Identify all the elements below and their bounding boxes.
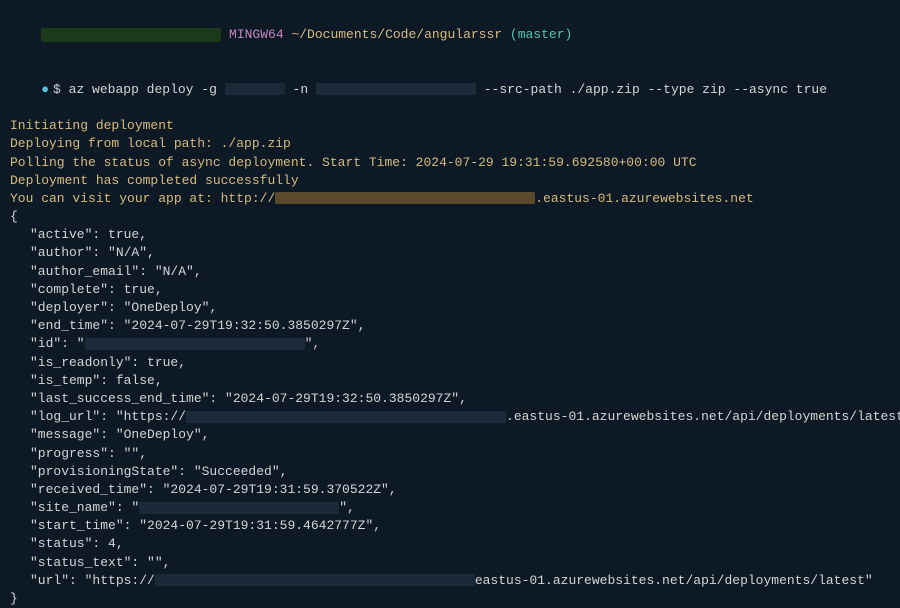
log-url-post: .eastus-01.azurewebsites.net/api/deploym…	[506, 409, 900, 424]
redacted-site-name	[139, 502, 339, 514]
url-pre: "url": "https://	[30, 573, 155, 588]
json-field-log-url: "log_url": "https://.eastus-01.azurewebs…	[10, 408, 890, 426]
redacted-log-host	[186, 411, 506, 423]
json-field: "start_time": "2024-07-29T19:31:59.46427…	[10, 517, 890, 535]
user-host-redacted	[41, 28, 221, 42]
output-line: Polling the status of async deployment. …	[10, 154, 890, 172]
json-field: "message": "OneDeploy",	[10, 426, 890, 444]
json-field: "end_time": "2024-07-29T19:32:50.3850297…	[10, 317, 890, 335]
json-field: "active": true,	[10, 226, 890, 244]
output-line: Initiating deployment	[10, 117, 890, 135]
json-field-url: "url": "https:// eastus-01.azurewebsites.…	[10, 572, 890, 590]
command-line: ● $ az webapp deploy -g -n --src-path ./a…	[10, 63, 890, 118]
json-field: "author_email": "N/A",	[10, 263, 890, 281]
site-name-post: ",	[339, 500, 355, 515]
json-field: "received_time": "2024-07-29T19:31:59.37…	[10, 481, 890, 499]
json-field: "complete": true,	[10, 281, 890, 299]
id-pre: "id": "	[30, 336, 85, 351]
cmd-flag-n: -n	[293, 82, 309, 97]
json-field: "deployer": "OneDeploy",	[10, 299, 890, 317]
prompt-dollar: $	[53, 82, 61, 97]
cmd-part-2: --src-path ./app.zip --type zip --async …	[484, 82, 827, 97]
id-post: ",	[305, 336, 321, 351]
json-field: "is_readonly": true,	[10, 354, 890, 372]
json-field: "provisioningState": "Succeeded",	[10, 463, 890, 481]
cmd-part-1: az webapp deploy -g	[69, 82, 217, 97]
site-name-pre: "site_name": "	[30, 500, 139, 515]
git-branch: (master)	[510, 27, 572, 42]
output-line: Deployment has completed successfully	[10, 172, 890, 190]
redacted-rg	[225, 83, 285, 95]
json-field: "last_success_end_time": "2024-07-29T19:…	[10, 390, 890, 408]
json-field: "author": "N/A",	[10, 244, 890, 262]
log-url-pre: "log_url": "https://	[30, 409, 186, 424]
output-line: Deploying from local path: ./app.zip	[10, 135, 890, 153]
json-close: }	[10, 590, 890, 608]
redacted-url-host	[155, 574, 475, 586]
redacted-id	[85, 338, 305, 350]
json-open: {	[10, 208, 890, 226]
json-field: "status": 4,	[10, 535, 890, 553]
prompt-line-1: MINGW64 ~/Documents/Code/angularssr (mas…	[10, 8, 890, 63]
shell-name: MINGW64	[229, 27, 284, 42]
json-field-site-name: "site_name": " ",	[10, 499, 890, 517]
redacted-appname	[316, 83, 476, 95]
output-line-url: You can visit your app at: http:// .eastu…	[10, 190, 890, 208]
json-field: "status_text": "",	[10, 554, 890, 572]
cwd-path: ~/Documents/Code/angularssr	[291, 27, 502, 42]
visit-url-pre: You can visit your app at: http://	[10, 191, 275, 206]
redacted-host	[275, 192, 535, 204]
terminal-output[interactable]: MINGW64 ~/Documents/Code/angularssr (mas…	[10, 8, 890, 608]
json-field-id: "id": " ",	[10, 335, 890, 353]
json-field: "progress": "",	[10, 445, 890, 463]
prompt-dot: ●	[41, 82, 49, 97]
visit-url-post: .eastus-01.azurewebsites.net	[535, 191, 753, 206]
url-post: eastus-01.azurewebsites.net/api/deployme…	[475, 573, 873, 588]
json-field: "is_temp": false,	[10, 372, 890, 390]
